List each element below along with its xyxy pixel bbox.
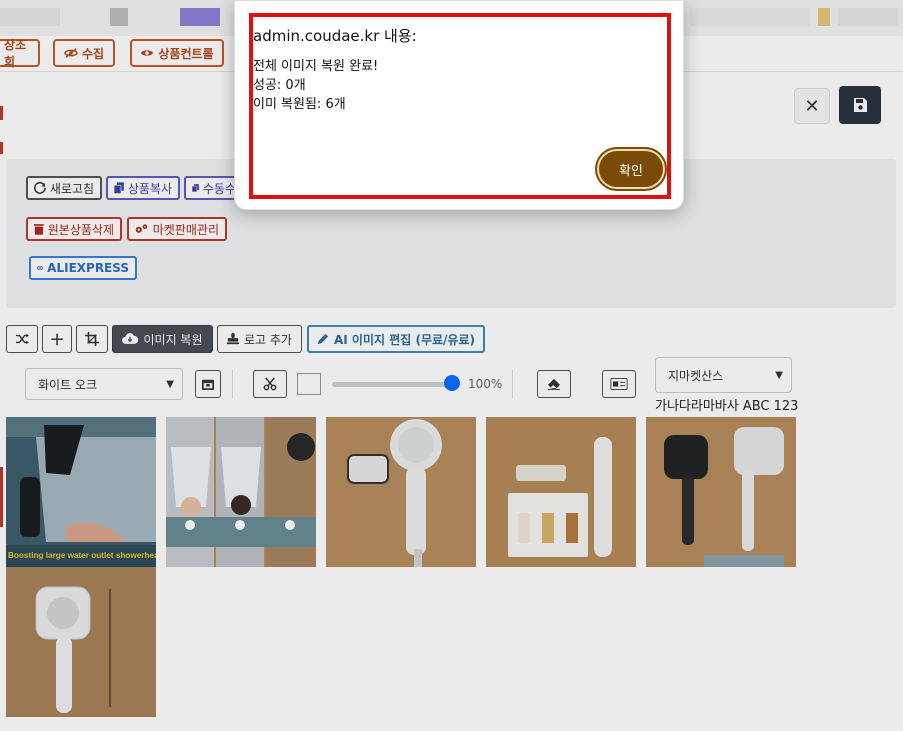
- showerhead-photo: Boosting large water outlet showerhead: [6, 417, 156, 567]
- crop-icon: [85, 332, 99, 346]
- close-button[interactable]: ✕: [794, 88, 830, 124]
- color-picker[interactable]: [297, 373, 321, 395]
- text-box-icon: [610, 378, 628, 390]
- manual-button-label: 수동수: [202, 181, 236, 196]
- dialog-title: admin.coudae.kr 내용:: [253, 27, 417, 45]
- background-select[interactable]: 화이트 오크 ▼: [25, 368, 183, 400]
- showerhead-photo: [166, 417, 316, 567]
- product-image[interactable]: [326, 417, 476, 567]
- alert-dialog: admin.coudae.kr 내용: 전체 이미지 복원 완료! 성공: 0개…: [234, 0, 684, 210]
- pencil-icon: [317, 333, 329, 345]
- product-image[interactable]: [646, 417, 796, 567]
- product-image[interactable]: [6, 567, 156, 717]
- crop-button[interactable]: [76, 325, 108, 353]
- dialog-line: 전체 이미지 복원 완료!: [253, 59, 379, 74]
- market-sales-button-label: 마켓판매관리: [152, 222, 219, 237]
- font-select[interactable]: 지마켓산스 ▼: [655, 357, 792, 393]
- left-edge-marks: [0, 72, 4, 731]
- shuffle-icon: [16, 333, 29, 345]
- blurred-area: [110, 8, 128, 26]
- refresh-button-label: 새로고침: [49, 181, 94, 196]
- add-logo-button[interactable]: 로고 추가: [217, 325, 302, 353]
- opacity-slider-thumb[interactable]: [444, 375, 460, 391]
- showerhead-photo: [6, 567, 156, 717]
- calendar-icon: [202, 379, 214, 390]
- background-select-value: 화이트 오크: [38, 377, 98, 392]
- eraser-button[interactable]: [537, 370, 571, 398]
- link-icon: [37, 266, 44, 270]
- ai-image-edit-button[interactable]: AI 이미지 편집 (무료/유료): [307, 325, 485, 353]
- blurred-area: [818, 8, 830, 26]
- save-button[interactable]: [839, 86, 881, 124]
- add-logo-label: 로고 추가: [244, 332, 292, 347]
- nav-button-product-control[interactable]: 상품컨트롤: [130, 39, 224, 67]
- dialog-line: 성공: 0개: [253, 78, 306, 93]
- nav-button-lookup[interactable]: 상조회: [0, 38, 40, 69]
- copy-product-button[interactable]: 상품복사: [106, 176, 180, 200]
- chevron-down-icon: ▼: [166, 378, 174, 390]
- separator: [232, 370, 233, 398]
- aliexpress-link-button[interactable]: ALIEXPRESS: [29, 256, 137, 280]
- eye-slash-icon: [64, 48, 78, 58]
- showerhead-photo: [486, 417, 636, 567]
- plus-icon: +: [49, 328, 65, 350]
- opacity-slider-track[interactable]: [332, 382, 452, 387]
- product-image[interactable]: [486, 417, 636, 567]
- blurred-area: [690, 8, 810, 26]
- floppy-disk-icon: [854, 98, 867, 112]
- confirm-button[interactable]: 확인: [597, 149, 665, 189]
- ai-image-edit-label: AI 이미지 편집 (무료/유료): [334, 332, 475, 347]
- showerhead-photo: [646, 417, 796, 567]
- font-select-value: 지마켓산스: [668, 368, 724, 383]
- delete-original-button[interactable]: 원본상품삭제: [26, 217, 122, 241]
- blurred-area: [180, 8, 220, 26]
- product-image[interactable]: Boosting large water outlet showerhead: [6, 417, 156, 567]
- nav-button-label: 상품컨트롤: [158, 46, 214, 61]
- gears-icon: [135, 224, 148, 233]
- trash-icon: [34, 224, 44, 235]
- refresh-button[interactable]: 새로고침: [26, 176, 102, 200]
- chevron-down-icon: ▼: [775, 369, 783, 381]
- restore-image-label: 이미지 복원: [143, 332, 203, 347]
- text-button[interactable]: [602, 370, 636, 398]
- nav-button-collect[interactable]: 수집: [53, 39, 115, 67]
- stamp-icon: [227, 333, 239, 345]
- blurred-area: [0, 8, 60, 26]
- copy-icon: [192, 184, 199, 193]
- market-sales-button[interactable]: 마켓판매관리: [127, 217, 227, 241]
- product-image-caption: Boosting large water outlet showerhead: [8, 551, 156, 560]
- copy-product-button-label: 상품복사: [127, 181, 172, 196]
- blurred-area: [838, 8, 898, 26]
- eye-icon: [141, 50, 154, 56]
- close-icon: ✕: [804, 95, 820, 117]
- refresh-icon: [34, 182, 46, 194]
- separator: [512, 370, 513, 398]
- scissors-icon: [263, 377, 277, 391]
- aliexpress-label: ALIEXPRESS: [47, 261, 129, 275]
- dialog-message: 전체 이미지 복원 완료! 성공: 0개 이미 복원됨: 6개: [253, 57, 378, 114]
- calendar-button[interactable]: [195, 370, 221, 398]
- showerhead-photo: [326, 417, 476, 567]
- font-sample-text: 가나다라마바사 ABC 123: [655, 399, 799, 414]
- nav-button-label: 상조회: [4, 38, 27, 69]
- shuffle-button[interactable]: [6, 325, 38, 353]
- opacity-percent: 100%: [468, 377, 503, 391]
- add-button[interactable]: +: [42, 325, 72, 353]
- copy-icon: [114, 182, 124, 194]
- dialog-line: 이미 복원됨: 6개: [253, 97, 346, 112]
- nav-button-label: 수집: [81, 46, 105, 61]
- cloud-download-icon: [122, 333, 139, 344]
- delete-original-button-label: 원본상품삭제: [47, 222, 114, 237]
- product-image[interactable]: [166, 417, 316, 567]
- cut-button[interactable]: [253, 370, 287, 398]
- restore-image-button[interactable]: 이미지 복원: [112, 325, 213, 353]
- eraser-icon: [548, 378, 560, 390]
